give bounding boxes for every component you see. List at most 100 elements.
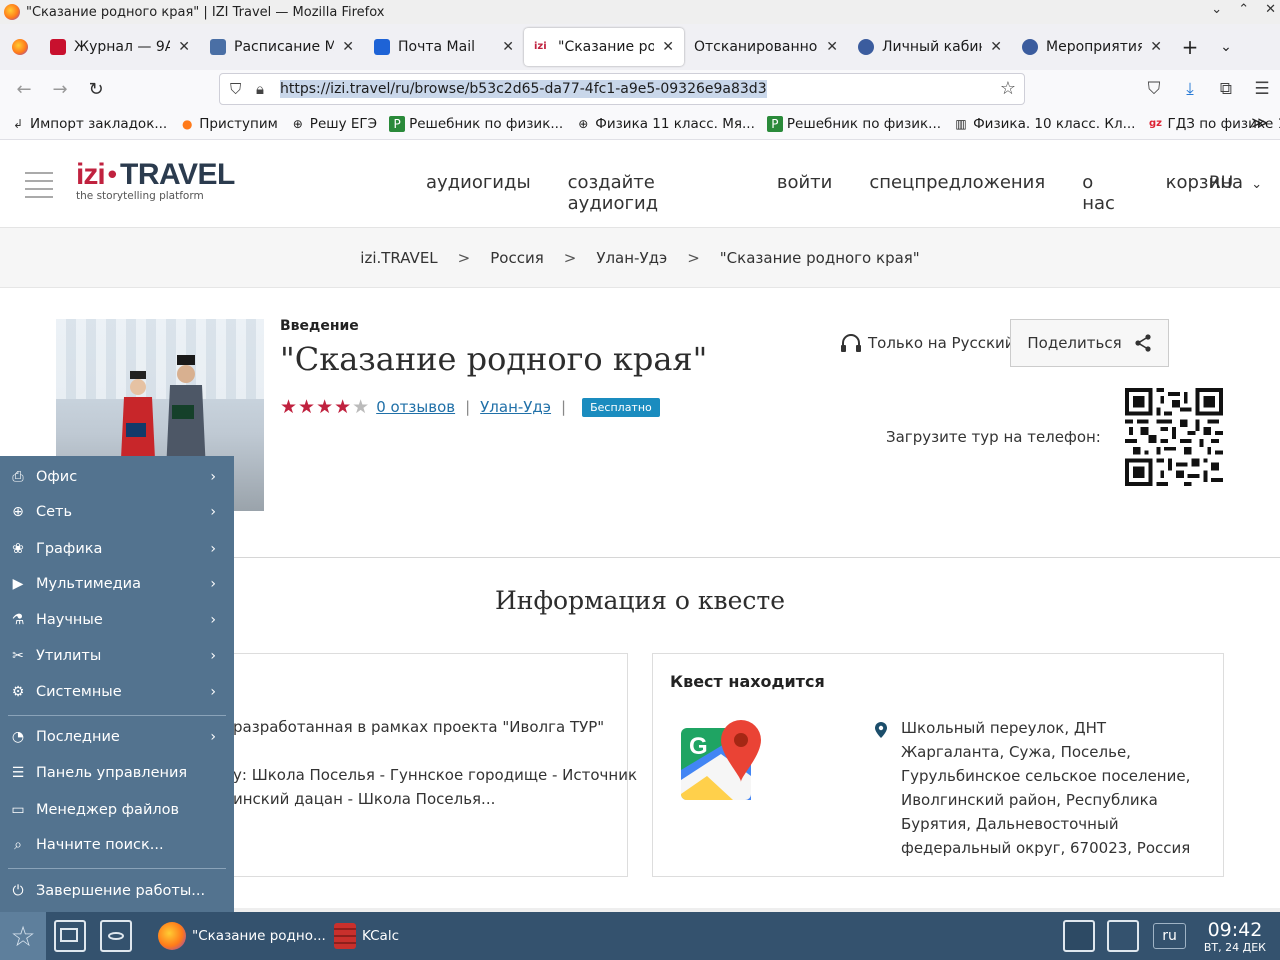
menu-item-file-manager[interactable]: ▭ Менеджер файлов [0,793,234,827]
taskbar-item-firefox[interactable]: "Сказание родно... [158,912,326,960]
tab-journal[interactable]: Журнал — 9А — ✕ [40,28,200,66]
bookmark-item[interactable]: ↲ Импорт закладок... [10,116,167,132]
star-icon: ☆ [10,919,36,953]
tab-schedule[interactable]: Расписание МОУ ✕ [200,28,364,66]
hamburger-menu-icon[interactable]: ☰ [1244,79,1280,99]
meta-separator: | [561,398,567,416]
tab-label: Журнал — 9А — [74,39,171,55]
qr-label: Загрузите тур на телефон: [886,428,1101,446]
menu-login[interactable]: войти [777,172,833,214]
menu-item-network[interactable]: ⊕ Сеть › [0,495,234,529]
menu-item-label: Утилиты [36,648,102,664]
menu-item-graphics[interactable]: ❀ Графика › [0,532,234,566]
bookmark-item[interactable]: ⊕ Физика 11 класс. Мя... [575,116,755,132]
keyboard-layout-indicator[interactable]: ru [1153,923,1186,949]
close-tab-icon[interactable]: ✕ [1150,39,1162,55]
new-tab-button[interactable]: + [1172,35,1208,59]
menu-item-label: Мультимедиа [36,576,141,592]
menu-item-search[interactable]: ⌕ Начните поиск... [0,828,234,862]
tab-label: Почта Mail [398,39,475,55]
share-button[interactable]: Поделиться [1010,319,1169,367]
tab-cabinet[interactable]: Личный кабинет ✕ [848,28,1012,66]
window-titlebar: "Сказание родного края" | IZI Travel — M… [0,0,1280,24]
menu-item-multimedia[interactable]: ▶ Мультимедиа › [0,567,234,601]
url-bar[interactable]: ⛉ 🔒︎ https://izi.travel/ru/browse/b53c2d… [219,73,1025,105]
bookmark-item[interactable]: ▥ Физика. 10 класс. Кл... [953,116,1135,132]
menu-create-audioguide[interactable]: создайте аудиогид [568,172,740,214]
library-icon: ▥ [955,116,967,131]
bookmark-item[interactable]: Р Решебник по физик... [389,115,563,132]
forward-button[interactable]: → [42,79,78,100]
lock-icon[interactable]: 🔒︎ [256,80,264,98]
menu-audioguides[interactable]: аудиогиды [426,172,531,214]
tab-izi-travel[interactable]: izi "Сказание родно ✕ [524,28,684,66]
hamburger-icon[interactable] [25,172,53,204]
tab-label: Отсканированное и [694,39,819,55]
chevron-right-icon: › [210,612,216,628]
tab-scanned[interactable]: Отсканированное и ✕ [684,28,848,66]
extensions-icon[interactable]: ⧉ [1208,79,1244,99]
menu-item-label: Начните поиск... [36,837,164,853]
tab-strip: Журнал — 9А — ✕ Расписание МОУ ✕ Почта M… [0,24,1280,70]
menu-item-shutdown[interactable]: ⏻ Завершение работы... [0,874,234,908]
close-tab-icon[interactable]: ✕ [662,39,674,55]
close-tab-icon[interactable]: ✕ [826,39,838,55]
workspace-switcher-icon[interactable] [1063,920,1096,952]
bookmark-star-icon[interactable]: ☆ [1000,78,1016,99]
close-tab-icon[interactable]: ✕ [990,39,1002,55]
description-line: у: Школа Поселья - Гуннское городище - И… [233,766,638,784]
tab-mail[interactable]: Почта Mail ✕ [364,28,524,66]
reshebnik-icon: Р [766,115,783,132]
breadcrumb-item[interactable]: Улан-Удэ [596,249,667,267]
url-text[interactable]: https://izi.travel/ru/browse/b53c2d65-da… [280,80,767,98]
menu-item-science[interactable]: ⚗ Научные › [0,603,234,637]
menu-offers[interactable]: спецпредложения [869,172,1045,214]
svg-text:G: G [689,733,708,760]
window-switcher-icon[interactable] [100,920,132,952]
close-window-button[interactable]: ✕ [1265,2,1276,17]
language-selector[interactable]: RU ⌄ [1209,173,1262,193]
menu-item-control-panel[interactable]: ☰ Панель управления [0,756,234,790]
reviews-link[interactable]: 0 отзывов [376,398,455,416]
menu-item-utilities[interactable]: ✂ Утилиты › [0,639,234,673]
menu-item-label: Панель управления [36,765,188,781]
minimize-button[interactable]: ⌄ [1211,2,1222,17]
network-status-icon[interactable] [1107,920,1140,952]
bookmarks-overflow-button[interactable]: ≫ [1251,113,1268,132]
menu-item-office[interactable]: ⎙ Офис › [0,460,234,494]
menu-item-recent[interactable]: ◔ Последние › [0,720,234,754]
menu-item-label: Менеджер файлов [36,802,180,818]
firefox-view-button[interactable] [0,39,40,55]
google-maps-icon[interactable]: G [681,720,763,802]
taskbar-item-kcalc[interactable]: KCalc [334,912,399,960]
breadcrumb-separator: > [563,248,577,267]
back-button[interactable]: ← [6,79,42,100]
menu-item-label: Завершение работы... [36,883,206,899]
close-tab-icon[interactable]: ✕ [342,39,354,55]
chevron-right-icon: › [210,648,216,664]
clock[interactable]: 09:42 ВТ, 24 ДЕК [1204,919,1266,954]
izi-travel-logo[interactable]: izi•TRAVEL the storytelling platform [76,158,235,202]
download-icon[interactable]: ⤓ [1172,79,1208,99]
maximize-button[interactable]: ⌃ [1238,2,1249,17]
reload-button[interactable]: ↻ [78,79,114,100]
shield-icon[interactable]: ⛉ [230,80,241,98]
headphones-icon [841,334,861,352]
pocket-icon[interactable]: ⛉ [1136,79,1172,99]
emblem-favicon-icon [858,39,874,55]
menu-item-system[interactable]: ⚙ Системные › [0,675,234,709]
close-tab-icon[interactable]: ✕ [502,39,514,55]
city-link[interactable]: Улан-Удэ [480,398,551,416]
show-desktop-icon[interactable] [54,920,86,952]
bookmark-item[interactable]: ● Приступим [179,116,278,132]
start-menu-button[interactable]: ☆ [0,912,46,960]
menu-about[interactable]: о нас [1082,172,1128,214]
breadcrumb-item[interactable]: Россия [490,249,544,267]
bookmark-item[interactable]: Р Решебник по физик... [766,115,941,132]
tab-events[interactable]: Мероприятия ✕ [1012,28,1172,66]
close-tab-icon[interactable]: ✕ [178,39,190,55]
bookmark-item[interactable]: ⊕ Решу ЕГЭ [290,116,377,132]
tab-list-button[interactable]: ⌄ [1208,39,1244,55]
chevron-right-icon: › [210,469,216,485]
breadcrumb-item[interactable]: izi.TRAVEL [360,249,437,267]
